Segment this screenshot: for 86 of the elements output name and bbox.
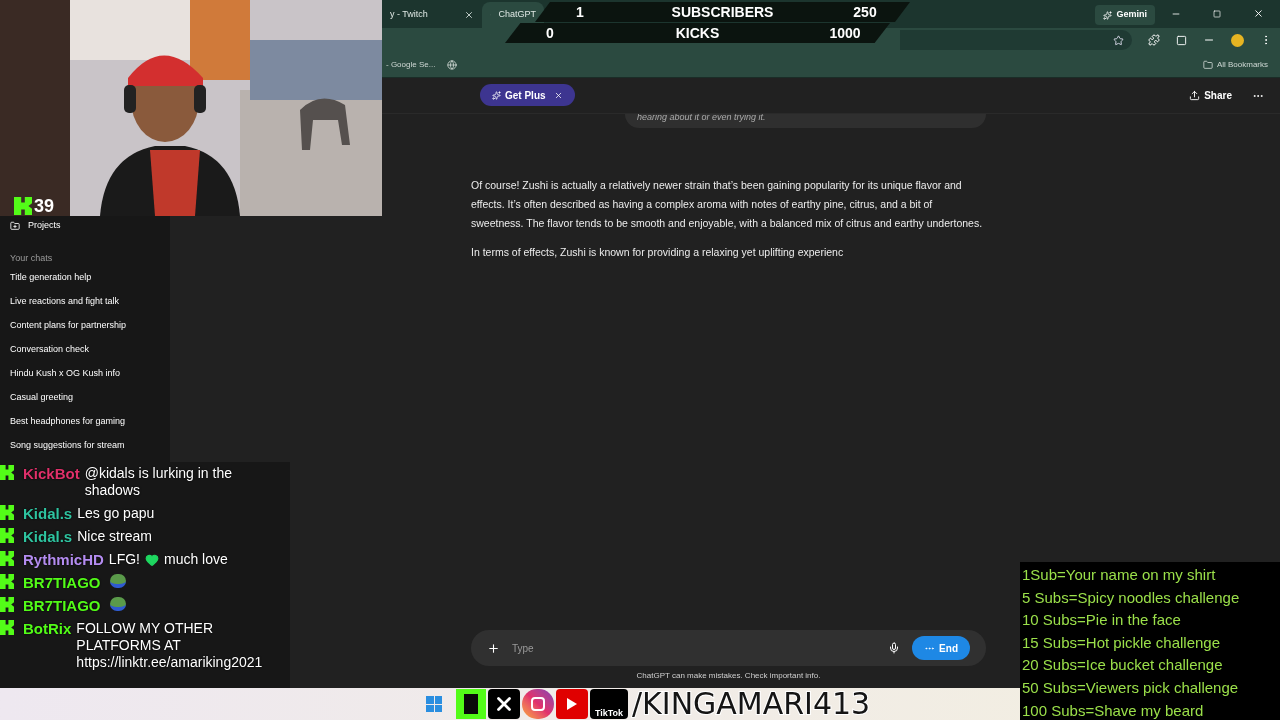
sparkle-icon [492,90,501,100]
goal-target: 250 [852,3,878,22]
goal-label: KICKS [674,24,721,43]
folder-icon [10,221,20,231]
user-message: hearing about it or even trying it. [637,114,766,122]
challenge-item: 50 Subs=Viewers pick challenge [1022,677,1240,698]
emote-icon [109,597,126,611]
chat-username: KickBot [23,465,80,482]
chat-text: much love [164,551,228,568]
chat-text: FOLLOW MY OTHER PLATFORMS AT https://linktr.ee/amariking2021 [76,620,264,671]
get-plus-button[interactable]: Get Plus [480,84,575,106]
address-field[interactable] [900,30,1132,50]
chat-history-item[interactable]: Conversation check [10,338,160,362]
kick-badge-icon [0,465,14,480]
composer-field[interactable]: Type End [471,630,986,666]
kick-badge-icon [0,551,14,566]
response-paragraph: In terms of effects, Zushi is known for providing a relaxing yet uplifting experienc [471,245,845,260]
tab-title: ChatGPT [498,8,536,22]
projects-item[interactable]: Projects [10,216,160,236]
chat-text: Les go papu [77,505,156,522]
chat-history-item[interactable]: Content plans for partnership [10,314,160,338]
chat-history-item[interactable]: Hindu Kush x OG Kush info [10,362,160,386]
challenge-item: 1Sub=Your name on my shirt [1022,565,1217,585]
chat-username: RythmicHD [23,551,104,568]
close-icon[interactable] [553,90,563,100]
gemini-button[interactable]: Gemini [1095,5,1155,25]
kick-badge-icon [0,574,14,589]
kick-badge-icon [14,197,32,215]
challenge-item: 100 Subs=Shave my beard [1022,700,1205,720]
profile-avatar-icon[interactable] [1231,33,1244,47]
close-icon[interactable] [1253,8,1264,19]
bookmark-star-icon[interactable] [1113,34,1124,46]
tiktok-logo: TikTok [590,689,628,719]
viewer-count: 39 [34,196,55,216]
screen-icon[interactable] [1176,34,1187,46]
challenge-item: 5 Subs=Spicy noodles challenge [1022,587,1241,608]
browser-tab[interactable]: ChatGPT [482,2,544,28]
chat-text: Nice stream [77,528,153,545]
chat-username: BR7TIAGO [23,574,101,591]
share-button[interactable]: Share [1189,88,1232,103]
microphone-icon[interactable] [888,642,901,654]
goal-current: 0 [545,24,555,43]
chat-history-item[interactable]: Live reactions and fight talk [10,290,160,314]
maximize-icon[interactable] [1213,10,1221,18]
windows-start-icon[interactable] [426,696,442,712]
folder-icon [1202,59,1213,70]
all-bookmarks-link[interactable]: All Bookmarks [1216,58,1268,71]
globe-icon[interactable] [447,59,458,70]
section-heading: Your chats [10,252,54,265]
goal-current: 1 [575,3,585,22]
kick-badge-icon [0,528,14,543]
attach-icon[interactable] [487,641,500,655]
challenge-item: 20 Subs=Ice bucket challenge [1022,655,1224,676]
sparkle-icon [1103,10,1113,20]
bookmark-link[interactable]: - Google Se... [386,58,436,71]
kick-badge-icon [0,597,14,612]
close-tab-icon[interactable] [464,10,474,20]
end-button[interactable]: End [912,636,970,660]
youtube-logo-icon [556,689,588,719]
tab-title: y - Twitch [390,8,429,22]
x-logo-icon [488,689,520,719]
kick-badge-icon [0,505,14,520]
heart-emote-icon [145,553,159,567]
goal-label: SUBSCRIBERS [670,3,775,22]
share-icon [1189,90,1201,101]
emote-icon [109,574,126,588]
chat-history-item[interactable]: Song suggestions for stream [10,434,160,458]
chat-text: LFG! [108,551,140,568]
chat-history-item[interactable]: Casual greeting [10,386,160,410]
message-input[interactable]: Type [512,640,877,656]
kick-badge-icon [0,620,14,635]
disclaimer: ChatGPT can make mistakes. Check important info. [635,670,822,682]
goal-target: 1000 [828,24,862,43]
chat-username: BotRix [23,620,72,637]
chat-history-item[interactable]: Best headphones for gaming [10,410,160,434]
channel-handle: /KINGAMARI413 [632,688,871,720]
chat-history-item[interactable]: Title generation help [10,266,160,290]
chat-username: Kidal.s [23,505,73,522]
chat-username: BR7TIAGO [23,597,101,614]
extensions-icon[interactable] [1148,34,1160,46]
challenge-item: 15 Subs=Hot pickle challenge [1022,632,1222,653]
challenge-item: 10 Subs=Pie in the face [1022,610,1182,631]
response-paragraph: Of course! Zushi is actually a relatively newer strain that’s been gaining popularity for its unique flavor and effects. It’s often described as having a complex aroma with notes of earthy pine, citrus, and a bit of sweetness. The flavor tends to be smooth and enjoyable, with a balanced mix of citrus and earthy undertones. [471,178,984,231]
chat-text: @kidals is lurking in the shadows [84,465,233,499]
chat-username: Kidal.s [23,528,73,545]
browser-tab[interactable]: y - Twitch [382,2,482,28]
